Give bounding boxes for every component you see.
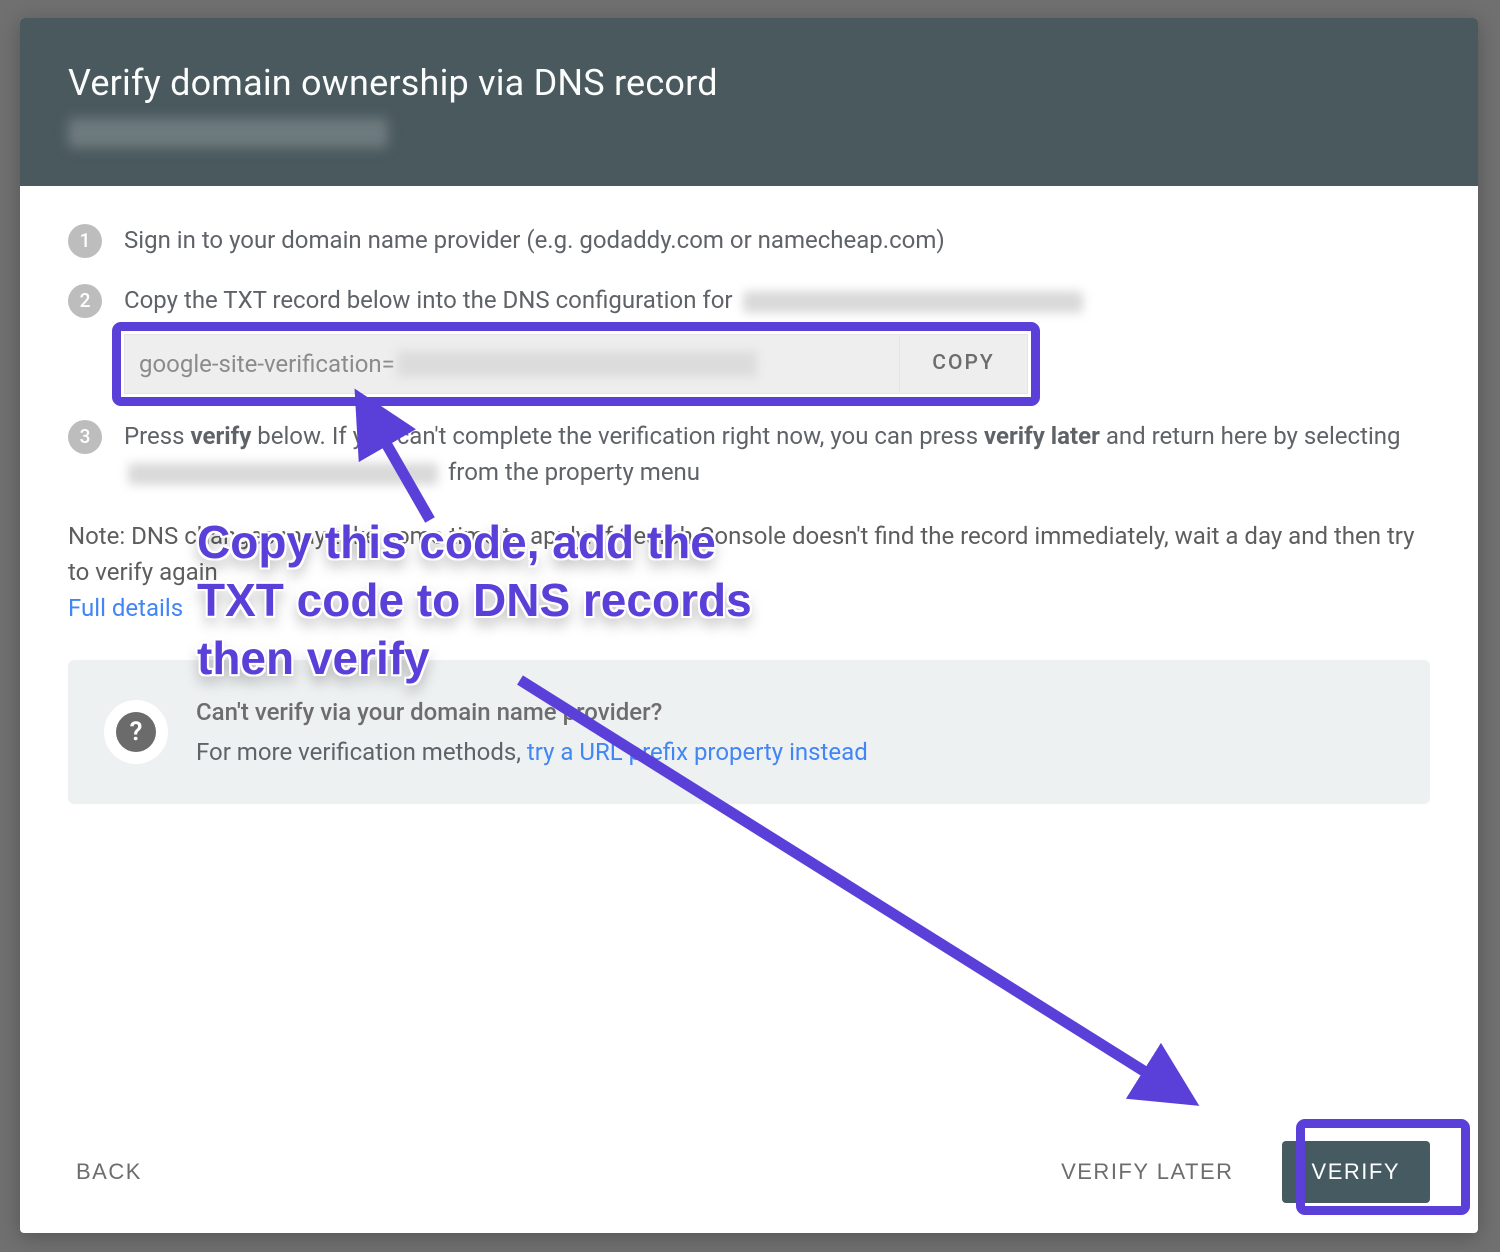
txt-record-row: google-site-verification= COPY — [124, 334, 1028, 394]
help-icon-wrap: ? — [104, 700, 168, 764]
step-1-text: Sign in to your domain name provider (e.… — [124, 222, 1430, 258]
back-button[interactable]: BACK — [68, 1149, 150, 1195]
dialog-title: Verify domain ownership via DNS record — [68, 62, 1430, 104]
txt-record-blurred — [397, 351, 757, 377]
question-icon: ? — [116, 712, 156, 752]
step-number: 3 — [68, 420, 102, 454]
step-3: 3 Press verify below. If you can't compl… — [68, 418, 1430, 490]
help-title: Can't verify via your domain name provid… — [196, 694, 868, 730]
step-3-domain-blurred — [128, 463, 438, 485]
txt-record-prefix: google-site-verification= — [139, 346, 395, 382]
step-2-domain-blurred — [743, 291, 1083, 313]
step-2-prefix: Copy the TXT record below into the DNS c… — [124, 286, 739, 314]
annotation-line-2: TXT code to DNS records — [197, 573, 752, 627]
help-subtext: For more verification methods, try a URL… — [196, 734, 868, 770]
dialog-footer: BACK VERIFY LATER VERIFY — [20, 1115, 1478, 1233]
step-2: 2 Copy the TXT record below into the DNS… — [68, 282, 1430, 394]
step-number: 2 — [68, 284, 102, 318]
dialog-header: Verify domain ownership via DNS record — [20, 18, 1478, 186]
annotation-line-1: Copy this code, add the — [197, 515, 716, 569]
verify-button[interactable]: VERIFY — [1282, 1141, 1430, 1203]
step-2-text: Copy the TXT record below into the DNS c… — [124, 282, 1430, 318]
annotation-line-3: then verify — [197, 631, 430, 685]
url-prefix-link[interactable]: try a URL prefix property instead — [527, 738, 868, 766]
step-1: 1 Sign in to your domain name provider (… — [68, 222, 1430, 258]
copy-button[interactable]: COPY — [900, 334, 1028, 394]
txt-record-field[interactable]: google-site-verification= — [124, 334, 900, 394]
step-number: 1 — [68, 224, 102, 258]
step-3-text: Press verify below. If you can't complet… — [124, 418, 1430, 490]
header-domain-blurred — [68, 118, 388, 148]
verify-later-button[interactable]: VERIFY LATER — [1053, 1149, 1241, 1195]
